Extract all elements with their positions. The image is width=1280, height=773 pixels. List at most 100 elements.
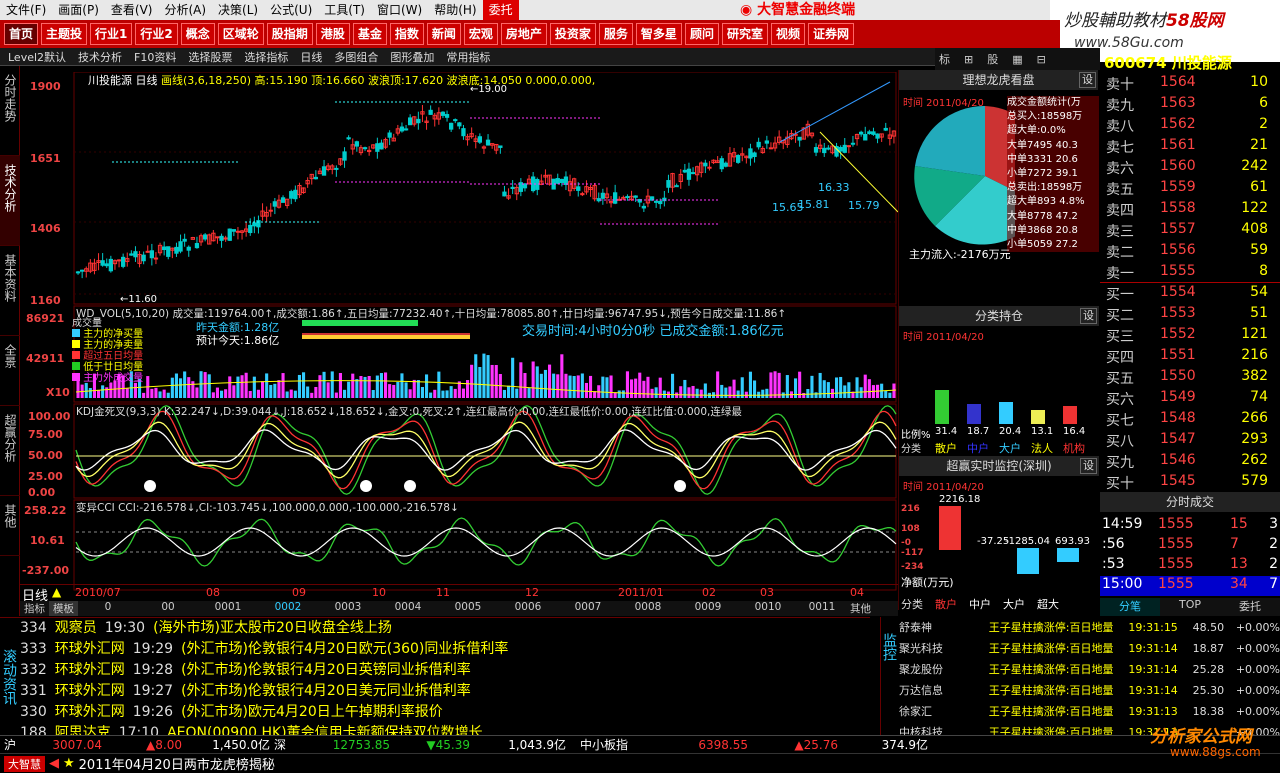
tab-template-0007[interactable]: 0007 bbox=[558, 601, 618, 616]
side-fundamental[interactable]: 基本资料 bbox=[0, 246, 20, 336]
nav-news[interactable]: 新闻 bbox=[426, 23, 461, 45]
nav-home[interactable]: 首页 bbox=[4, 23, 39, 45]
order-book-row[interactable]: 买一 1554 54 bbox=[1106, 284, 1276, 304]
nav-video[interactable]: 视频 bbox=[770, 23, 805, 45]
tab-template-0008[interactable]: 0008 bbox=[618, 601, 678, 616]
order-book-row[interactable]: 卖六 1560 242 bbox=[1106, 158, 1276, 178]
nav-region[interactable]: 区域轮 bbox=[217, 23, 264, 45]
tab-template-00[interactable]: 00 bbox=[138, 601, 198, 616]
order-book-row[interactable]: 买九 1546 262 bbox=[1106, 452, 1276, 472]
news-item[interactable]: 333 环球外汇网 19:29 (外汇市场)伦敦银行4月20日欧元(360)同业拆借利… bbox=[0, 639, 870, 660]
alert-row[interactable]: 舒泰神 王子星柱擒涨停:百日地量 19:31:15 48.50 +0.00% bbox=[881, 617, 1280, 638]
sz-index[interactable]: 12753.85 bbox=[290, 738, 390, 752]
tab-template-0002[interactable]: 0002 bbox=[258, 601, 318, 616]
nav-advisor[interactable]: 顾问 bbox=[684, 23, 719, 45]
nav-investor[interactable]: 投资家 bbox=[549, 23, 596, 45]
toolbar-overlay[interactable]: 图形叠加 bbox=[390, 49, 434, 65]
nav-industry1[interactable]: 行业1 bbox=[90, 23, 133, 45]
tick-row[interactable]: :53 1555 13 2 bbox=[1100, 556, 1280, 576]
dragon-settings-button[interactable]: 设 bbox=[1079, 72, 1096, 88]
toolbar-f10[interactable]: F10资料 bbox=[134, 49, 176, 65]
grid-icon[interactable]: ▦ bbox=[1012, 53, 1022, 66]
menu-formula[interactable]: 公式(U) bbox=[264, 0, 318, 20]
nav-macro[interactable]: 宏观 bbox=[463, 23, 498, 45]
tab-template-0011[interactable]: 0011 bbox=[798, 601, 846, 616]
order-book-row[interactable]: 卖八 1562 2 bbox=[1106, 116, 1276, 136]
order-book-row[interactable]: 卖三 1557 408 bbox=[1106, 221, 1276, 241]
nav-securities[interactable]: 证券网 bbox=[807, 23, 854, 45]
order-book-row[interactable]: 买四 1551 216 bbox=[1106, 347, 1276, 367]
order-book-row[interactable]: 买五 1550 382 bbox=[1106, 368, 1276, 388]
menu-order[interactable]: 委托 bbox=[482, 0, 519, 20]
toolbar-common-indicators[interactable]: 常用指标 bbox=[446, 49, 490, 65]
order-book-row[interactable]: 买二 1553 51 bbox=[1106, 305, 1276, 325]
alert-row[interactable]: 万达信息 王子星柱擒涨停:百日地量 19:31:14 25.30 +0.00% bbox=[881, 680, 1280, 701]
menu-decision[interactable]: 决策(L) bbox=[212, 0, 264, 20]
nav-futures[interactable]: 股指期 bbox=[266, 23, 313, 45]
nav-concept[interactable]: 概念 bbox=[180, 23, 215, 45]
nav-hk[interactable]: 港股 bbox=[315, 23, 350, 45]
order-book-row[interactable]: 卖九 1563 6 bbox=[1106, 95, 1276, 115]
tab-template[interactable]: 模板 bbox=[49, 601, 78, 616]
alert-row[interactable]: 聚光科技 王子星柱擒涨停:百日地量 19:31:14 18.87 +0.00% bbox=[881, 638, 1280, 659]
tab-template-0006[interactable]: 0006 bbox=[498, 601, 558, 616]
toolbar-tech[interactable]: 技术分析 bbox=[78, 49, 122, 65]
side-super[interactable]: 超赢分析 bbox=[0, 406, 20, 496]
tab-template-0001[interactable]: 0001 bbox=[198, 601, 258, 616]
tick-row[interactable]: 14:59 1555 15 3 bbox=[1100, 516, 1280, 536]
tab-template-0005[interactable]: 0005 bbox=[438, 601, 498, 616]
order-book-row[interactable]: 买六 1549 74 bbox=[1106, 389, 1276, 409]
side-tech[interactable]: 技术分析 bbox=[0, 156, 20, 246]
order-book-row[interactable]: 卖二 1556 59 bbox=[1106, 242, 1276, 262]
order-book-row[interactable]: 买十 1545 579 bbox=[1106, 473, 1276, 493]
menu-analysis[interactable]: 分析(A) bbox=[158, 0, 212, 20]
plus-icon[interactable]: ⊞ bbox=[964, 53, 973, 66]
tick-row[interactable]: 15:00 1555 34 7 bbox=[1100, 576, 1280, 596]
toolbar-select-indicator[interactable]: 选择指标 bbox=[244, 49, 288, 65]
stock-list-button[interactable]: 股 bbox=[987, 51, 998, 67]
sme-index[interactable]: 6398.55 bbox=[636, 738, 748, 752]
order-book-row[interactable]: 买八 1547 293 bbox=[1106, 431, 1276, 451]
tab-top[interactable]: TOP bbox=[1160, 598, 1220, 616]
order-book-row[interactable]: 卖十 1564 10 bbox=[1106, 74, 1276, 94]
nav-theme[interactable]: 主题投 bbox=[41, 23, 88, 45]
minus-icon[interactable]: ⊟ bbox=[1037, 53, 1046, 66]
side-panorama[interactable]: 全景 bbox=[0, 336, 20, 406]
news-item[interactable]: 331 环球外汇网 19:27 (外汇市场)伦敦银行4月20日美元同业拆借利率 bbox=[0, 681, 870, 702]
menu-help[interactable]: 帮助(H) bbox=[428, 0, 482, 20]
menu-window[interactable]: 窗口(W) bbox=[371, 0, 428, 20]
nav-fund[interactable]: 基金 bbox=[352, 23, 387, 45]
nav-industry2[interactable]: 行业2 bbox=[135, 23, 178, 45]
toolbar-daily[interactable]: 日线 bbox=[300, 49, 322, 65]
side-timeline[interactable]: 分时走势 bbox=[0, 66, 20, 156]
order-book-row[interactable]: 卖四 1558 122 bbox=[1106, 200, 1276, 220]
toolbar-level2[interactable]: Level2默认 bbox=[8, 49, 66, 65]
tab-template-0004[interactable]: 0004 bbox=[378, 601, 438, 616]
tab-template-0010[interactable]: 0010 bbox=[738, 601, 798, 616]
tab-indicator[interactable]: 指标 bbox=[20, 601, 49, 616]
news-item[interactable]: 332 环球外汇网 19:28 (外汇市场)伦敦银行4月20日英镑同业拆借利率 bbox=[0, 660, 870, 681]
mark-button[interactable]: 标 bbox=[939, 51, 950, 67]
nav-research[interactable]: 研究室 bbox=[721, 23, 768, 45]
news-item[interactable]: 330 环球外汇网 19:26 (外汇市场)欧元4月20日上午掉期利率报价 bbox=[0, 702, 870, 723]
position-settings-button[interactable]: 设 bbox=[1080, 308, 1097, 324]
order-book-row[interactable]: 卖七 1561 21 bbox=[1106, 137, 1276, 157]
tab-other[interactable]: 其他 bbox=[846, 601, 875, 616]
order-book-row[interactable]: 买七 1548 266 bbox=[1106, 410, 1276, 430]
sh-index[interactable]: 3007.04 bbox=[22, 738, 102, 752]
nav-realestate[interactable]: 房地产 bbox=[500, 23, 547, 45]
menu-view-screen[interactable]: 画面(P) bbox=[52, 0, 105, 20]
nav-smart[interactable]: 智多星 bbox=[635, 23, 682, 45]
menu-file[interactable]: 文件(F) bbox=[0, 0, 52, 20]
alert-row[interactable]: 徐家汇 王子星柱擒涨停:百日地量 19:31:13 18.38 +0.00% bbox=[881, 701, 1280, 722]
menu-tools[interactable]: 工具(T) bbox=[318, 0, 371, 20]
toolbar-select-stock[interactable]: 选择股票 bbox=[188, 49, 232, 65]
nav-index[interactable]: 指数 bbox=[389, 23, 424, 45]
tab-template-0009[interactable]: 0009 bbox=[678, 601, 738, 616]
bottom-headline[interactable]: 2011年04月20日两市龙虎榜揭秘 bbox=[79, 754, 275, 773]
nav-service[interactable]: 服务 bbox=[598, 23, 633, 45]
app-logo[interactable]: 大智慧 bbox=[4, 755, 45, 772]
tick-row[interactable]: :56 1555 7 2 bbox=[1100, 536, 1280, 556]
tab-ticks[interactable]: 分笔 bbox=[1100, 598, 1160, 616]
tab-template-0003[interactable]: 0003 bbox=[318, 601, 378, 616]
